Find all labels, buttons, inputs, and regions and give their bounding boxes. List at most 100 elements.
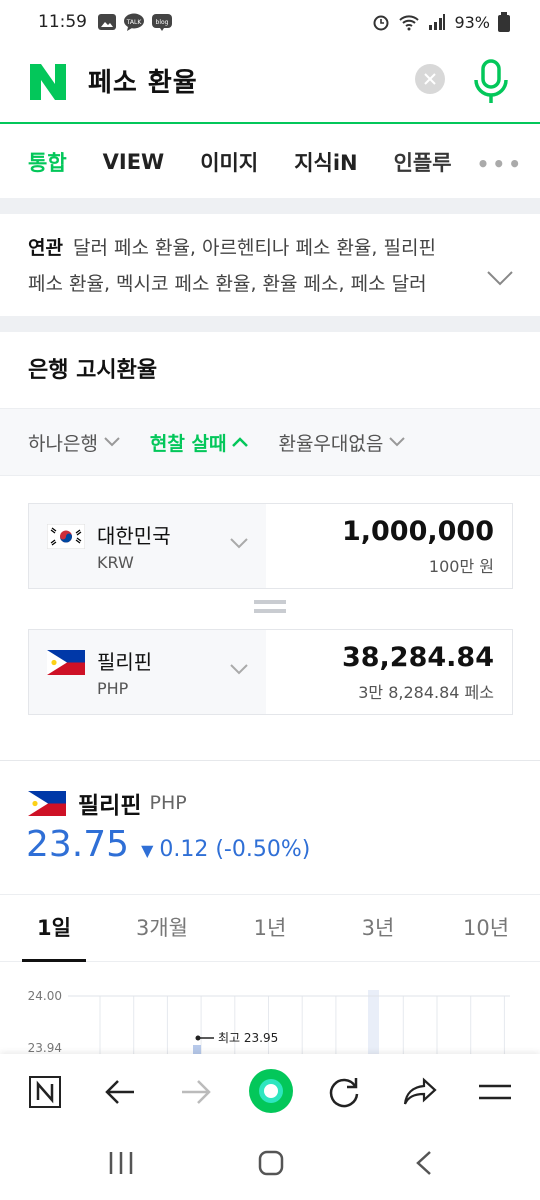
from-amount-korean: 100만 원 (428, 557, 494, 576)
down-triangle-icon: ▼ (141, 841, 154, 860)
signal-icon (429, 14, 446, 30)
philippines-flag-icon (47, 650, 85, 675)
section-gap (0, 198, 540, 214)
related-line-1[interactable]: 달러 페소 환율, 아르헨티나 페소 환율, 필리핀 (73, 237, 436, 259)
blog-icon: blog (152, 14, 172, 31)
from-amount: 1,000,000 (341, 516, 494, 547)
alarm-icon (373, 15, 389, 31)
rate-value-row: 23.75 ▼ 0.12 (-0.50%) (26, 824, 310, 865)
korea-flag-icon (47, 524, 85, 549)
menu-button[interactable] (475, 1072, 515, 1112)
search-tabs: 통합 VIEW 이미지 지식iN 인플루 ••• (0, 126, 540, 198)
bank-select-label: 하나은행 (28, 432, 98, 455)
wifi-icon (399, 15, 420, 31)
system-nav-bar (0, 1130, 540, 1200)
close-icon (424, 73, 436, 85)
y-tick-label: 23.94 (28, 1041, 62, 1054)
rate-currency-code: PHP (149, 792, 187, 814)
bank-select[interactable]: 하나은행 (28, 429, 120, 456)
preferential-select[interactable]: 환율우대없음 (278, 429, 406, 456)
talk-icon: TALK (124, 13, 144, 31)
back-button[interactable] (100, 1072, 140, 1112)
max-annotation: 최고 23.95 (218, 1031, 278, 1045)
chevron-down-icon[interactable] (486, 270, 514, 286)
period-tab-10y[interactable]: 10년 (432, 895, 540, 961)
recent-apps-icon[interactable] (108, 1150, 134, 1176)
rate-type-select[interactable]: 현찰 살때 (150, 429, 249, 456)
chart-bar (193, 1045, 201, 1054)
tab-kin[interactable]: 지식iN (294, 147, 357, 177)
search-header: 페소 환율 (0, 44, 540, 124)
rate-country-name: 필리핀 (78, 793, 142, 819)
tab-influencer[interactable]: 인플루 (394, 147, 452, 177)
share-button[interactable] (400, 1072, 440, 1112)
image-icon (98, 14, 116, 30)
bank-filter-bar: 하나은행 현찰 살때 환율우대없음 (0, 408, 540, 476)
chevron-down-icon (230, 664, 248, 675)
share-icon (403, 1077, 437, 1105)
naver-logo-icon[interactable] (28, 62, 68, 102)
back-nav-icon[interactable] (412, 1150, 438, 1176)
equals-icon (254, 600, 286, 614)
search-input[interactable]: 페소 환율 (88, 62, 198, 99)
divider (0, 760, 540, 761)
chevron-up-icon (232, 437, 249, 447)
naver-n-icon (29, 1076, 61, 1108)
tab-integrated[interactable]: 통합 (28, 147, 67, 177)
to-amount-input[interactable]: 38,284.84 3만 8,284.84 페소 (266, 630, 512, 714)
green-dot-icon (249, 1069, 293, 1113)
rate-change: 0.12 (-0.50%) (159, 837, 311, 862)
battery-icon (498, 12, 510, 32)
naver-home-button[interactable] (25, 1072, 65, 1112)
max-marker-dot (195, 1035, 201, 1041)
battery-text: 93% (454, 12, 490, 32)
period-tab-1y[interactable]: 1년 (216, 895, 324, 961)
chart-highlight-band (368, 990, 379, 1054)
period-tab-1d[interactable]: 1일 (0, 895, 108, 962)
talk-icon-label: TALK (126, 19, 143, 26)
rate-heading: 필리핀 PHP (28, 786, 187, 820)
blog-icon-label: blog (156, 19, 169, 26)
from-currency-select[interactable]: 대한민국 KRW (29, 504, 266, 588)
home-icon[interactable] (258, 1150, 284, 1176)
preferential-label: 환율우대없음 (278, 432, 384, 455)
browser-toolbar (0, 1054, 540, 1130)
rate-chart[interactable]: 24.00 23.94 최고 23.95 (0, 970, 540, 1054)
to-currency-select[interactable]: 필리핀 PHP (29, 630, 266, 714)
converter-to-row: 필리핀 PHP 38,284.84 3만 8,284.84 페소 (28, 629, 513, 715)
status-time: 11:59 (38, 12, 87, 32)
hamburger-icon (479, 1084, 511, 1100)
rate-type-label: 현찰 살때 (149, 432, 227, 455)
microphone-icon[interactable] (470, 58, 512, 106)
related-searches: 연관 달러 페소 환율, 아르헨티나 페소 환율, 필리핀 페소 환율, 멕시코 … (0, 214, 540, 316)
forward-button[interactable] (176, 1072, 216, 1112)
period-tabs: 1일 3개월 1년 3년 10년 (0, 894, 540, 962)
period-tab-3m[interactable]: 3개월 (108, 895, 216, 961)
refresh-icon (329, 1078, 359, 1108)
to-amount-korean: 3만 8,284.84 페소 (358, 683, 494, 702)
bank-rate-title: 은행 고시환율 (28, 358, 158, 383)
from-amount-input[interactable]: 1,000,000 100만 원 (266, 504, 512, 588)
tab-images[interactable]: 이미지 (200, 147, 258, 177)
rate-value: 23.75 (26, 824, 130, 865)
tab-view[interactable]: VIEW (103, 150, 165, 174)
related-line-2[interactable]: 페소 환율, 멕시코 페소 환율, 환율 페소, 페소 달러 (28, 266, 468, 302)
from-currency-code: KRW (97, 553, 134, 572)
chevron-down-icon (104, 437, 120, 447)
refresh-button[interactable] (324, 1072, 364, 1112)
section-gap (0, 316, 540, 332)
converter-from-row: 대한민국 KRW 1,000,000 100만 원 (28, 503, 513, 589)
arrow-left-icon (105, 1080, 134, 1104)
chevron-down-icon (389, 437, 406, 447)
to-amount: 38,284.84 (341, 642, 494, 673)
green-dot-button[interactable] (246, 1066, 296, 1116)
to-currency-code: PHP (97, 679, 129, 698)
chart-grid (99, 996, 505, 1054)
clear-search-button[interactable] (415, 64, 445, 94)
philippines-flag-icon (28, 790, 66, 816)
y-tick-label: 24.00 (28, 989, 62, 1003)
related-label: 연관 (28, 237, 63, 259)
more-tabs-icon[interactable]: ••• (456, 152, 524, 176)
chevron-down-icon (230, 538, 248, 549)
period-tab-3y[interactable]: 3년 (324, 895, 432, 961)
